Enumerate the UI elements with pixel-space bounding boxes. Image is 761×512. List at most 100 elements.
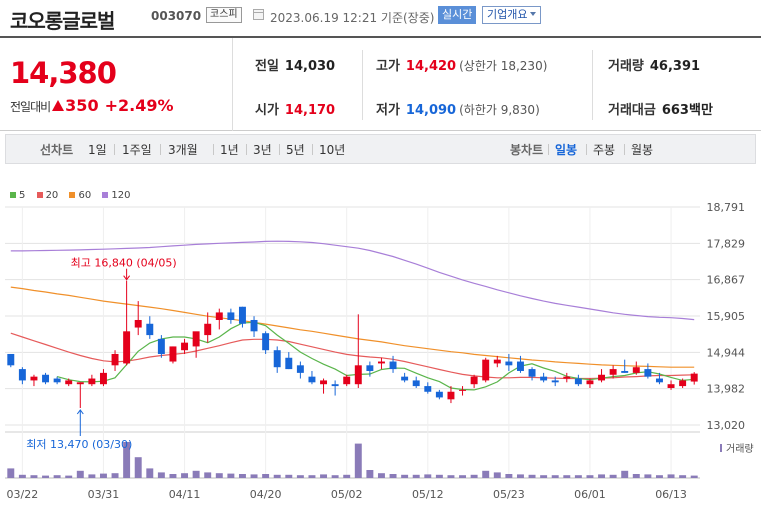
high-value: 14,420 — [405, 59, 457, 74]
volume-bar — [88, 474, 96, 478]
candle-body — [53, 378, 61, 383]
legend-swatch — [10, 192, 16, 198]
realtime-button[interactable]: 실시간 — [438, 6, 477, 24]
y-tick-label: 13,982 — [707, 383, 746, 396]
volume-bar — [586, 475, 594, 478]
period-10y[interactable]: 10년 — [319, 141, 345, 158]
candle-body — [424, 386, 432, 392]
volume-bar — [146, 468, 154, 478]
candle-body — [563, 376, 571, 379]
candle-body — [42, 374, 50, 383]
open-stat: 시가 14,170 — [255, 99, 335, 118]
divider — [114, 144, 115, 155]
volume-bar — [528, 474, 536, 478]
current-price-box: 14,380 전일대비 350 +2.49% — [0, 38, 233, 131]
candle-body — [632, 367, 640, 373]
candle-body — [262, 333, 270, 351]
candle-body — [482, 359, 490, 381]
volume-bar — [679, 475, 687, 478]
volume-label: 거래량 — [726, 443, 754, 455]
volume-bar — [424, 474, 432, 478]
candle-body — [331, 384, 339, 387]
volume-bar — [7, 468, 15, 478]
volume-bar — [30, 475, 38, 478]
volume-bar — [204, 472, 212, 478]
x-tick-label: 04/11 — [169, 488, 201, 501]
candle-body — [540, 376, 548, 381]
high-annotation: 최고 16,840 (04/05) — [71, 257, 177, 270]
candle-body — [7, 353, 15, 366]
candle-body — [377, 361, 385, 364]
upper-limit: (상한가 18,230) — [459, 59, 548, 73]
period-1w[interactable]: 1주일 — [122, 141, 152, 158]
divider — [548, 144, 549, 155]
low-annotation: 최저 13,470 (03/30) — [26, 438, 132, 451]
price-summary: 14,380 전일대비 350 +2.49% 전일 14,030 시가 14,170 고… — [0, 36, 761, 131]
candle-monthly[interactable]: 월봉 — [631, 141, 653, 158]
volume-bar — [331, 475, 339, 478]
divider — [586, 144, 587, 155]
company-overview-button[interactable]: 기업개요 — [482, 6, 542, 24]
candle-body — [296, 365, 304, 373]
volume-bar — [99, 473, 107, 478]
open-value: 14,170 — [284, 103, 336, 118]
market-badge: 코스피 — [206, 7, 242, 23]
volume-bar — [655, 475, 663, 478]
volume-bar — [227, 473, 235, 478]
candle-body — [134, 319, 142, 328]
period-1d[interactable]: 1일 — [88, 141, 107, 158]
period-3m[interactable]: 3개월 — [168, 141, 198, 158]
volume-bar — [667, 474, 675, 478]
candlestick-chart[interactable]: 18,791 17,829 16,867 15,905 14,944 13,982 13,0… — [0, 180, 761, 512]
volume-legend-swatch — [720, 444, 722, 452]
candle-body — [146, 323, 154, 336]
volume-bar — [215, 473, 223, 478]
x-tick-label: 05/23 — [493, 488, 525, 501]
x-tick-label: 06/01 — [574, 488, 606, 501]
amount-stat: 거래대금 663백만 — [608, 99, 713, 118]
volume-bar — [563, 475, 571, 478]
calendar-icon — [253, 9, 264, 20]
candle-body — [366, 365, 374, 371]
y-tick-label: 17,829 — [707, 237, 746, 250]
ma-legend: 5 20 60 120 — [10, 190, 139, 201]
candle-daily[interactable]: 일봉 — [555, 141, 577, 158]
volume-bar — [192, 470, 200, 478]
volume-bar — [262, 474, 270, 478]
legend-swatch — [102, 192, 109, 198]
volume-bar — [482, 470, 490, 478]
amount-value: 663 — [661, 103, 689, 118]
candle-body — [655, 378, 663, 383]
volume-bar — [574, 475, 582, 478]
divider — [362, 50, 363, 120]
volume-bar — [308, 475, 316, 478]
volume-bar — [366, 470, 374, 478]
candle-body — [181, 342, 189, 351]
candle-body — [401, 376, 409, 381]
candle-body — [192, 331, 200, 347]
volume-bar — [134, 457, 142, 478]
open-label: 시가 — [255, 103, 279, 118]
period-5y[interactable]: 5년 — [286, 141, 305, 158]
candle-body — [308, 376, 316, 383]
company-overview-label: 기업개요 — [487, 8, 528, 21]
period-1y[interactable]: 1년 — [220, 141, 239, 158]
volume-bar — [76, 470, 84, 478]
volume-label: 거래량 — [608, 59, 644, 74]
stock-code: 003070 — [151, 9, 202, 23]
candle-body — [99, 372, 107, 385]
legend-swatch — [36, 192, 43, 198]
change-percent: +2.49% — [104, 96, 174, 115]
candle-body — [157, 338, 165, 354]
period-3y[interactable]: 3년 — [253, 141, 272, 158]
quote-datetime: 2023.06.19 12:21 기준(장중) — [270, 11, 435, 25]
volume-stat: 거래량 46,391 — [608, 55, 700, 74]
candle-body — [459, 389, 467, 391]
candle-body — [528, 369, 536, 377]
candle-weekly[interactable]: 주봉 — [593, 141, 615, 158]
candle-body — [470, 376, 478, 385]
ma120-line — [10, 240, 695, 321]
candle-body — [169, 346, 177, 362]
volume-bar — [273, 474, 281, 478]
volume-bar — [690, 475, 698, 478]
